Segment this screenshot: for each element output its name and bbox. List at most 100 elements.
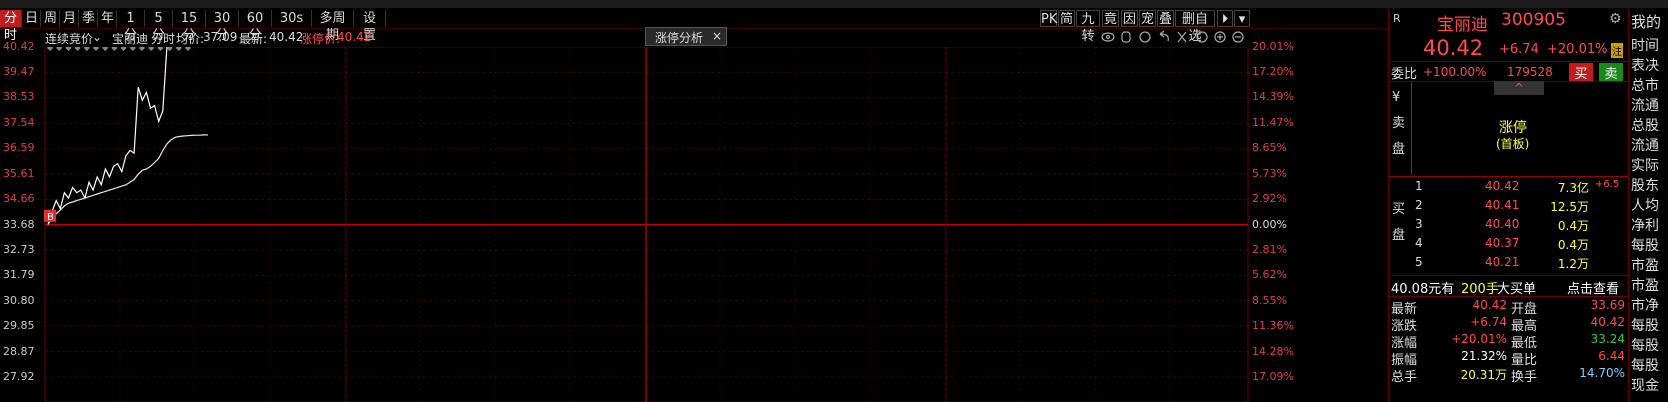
price-change: +6.74: [1499, 42, 1539, 57]
y-tick-left: 33.68: [3, 217, 35, 231]
bid-volume: 1.2万: [1557, 257, 1589, 271]
y-tick-left: 27.92: [3, 370, 35, 383]
toolbar-button-4[interactable]: 因: [1121, 10, 1138, 27]
stat-value: 20.31万: [1460, 368, 1507, 382]
top-toolbar: [0, 0, 1668, 8]
first-board-label: (首板): [1496, 137, 1530, 151]
side-info-item[interactable]: 时间: [1631, 35, 1659, 55]
toolbar-button-6[interactable]: 叠: [1157, 10, 1174, 27]
limit-value: 40.42: [337, 30, 372, 44]
y-tick-left: 29.85: [3, 319, 35, 333]
stat-value: 21.32%: [1461, 349, 1507, 363]
toolbar-button-3[interactable]: 竟: [1102, 10, 1119, 27]
side-info-item[interactable]: 总市: [1631, 75, 1659, 95]
y-tick-right: 17.20%: [1252, 65, 1294, 79]
y-tick-left: 31.79: [3, 267, 35, 281]
toolbar-button-0[interactable]: PK: [1040, 10, 1057, 27]
chevron-down-icon[interactable]: ⌄: [92, 30, 102, 44]
chevron-up-icon[interactable]: ^: [1494, 81, 1544, 95]
period-button-7[interactable]: 5分: [145, 10, 173, 43]
y-tick-right: 0.00%: [1252, 217, 1287, 231]
period-button-1[interactable]: 日: [22, 10, 41, 27]
period-button-4[interactable]: 季: [79, 10, 98, 27]
side-info-item[interactable]: 净利: [1631, 215, 1659, 235]
auction-marker: [65, 47, 72, 51]
bid-level: 1: [1415, 179, 1423, 193]
gear-icon[interactable]: ⚙: [1609, 11, 1622, 27]
toolbar-button-5[interactable]: 宠: [1139, 10, 1156, 27]
period-button-13[interactable]: 设置: [354, 10, 386, 43]
side-info-item[interactable]: 每股: [1631, 235, 1659, 255]
eye-icon: [1101, 32, 1115, 42]
y-tick-right: 5.73%: [1252, 166, 1287, 180]
last-label: 最新:: [239, 32, 268, 46]
side-info-item[interactable]: 我的: [1631, 11, 1661, 32]
badge-note[interactable]: 注: [1611, 43, 1623, 58]
toolbar-button-7[interactable]: 删自选: [1175, 10, 1215, 44]
chart-tools-icons[interactable]: [1100, 29, 1248, 45]
y-tick-left: 36.59: [3, 141, 35, 155]
last-price: 40.42: [1423, 36, 1484, 60]
chart-tools: [1100, 29, 1248, 45]
stat-value-2: 6.44: [1598, 349, 1625, 363]
toolbar-button-2[interactable]: 九转: [1076, 10, 1100, 44]
side-info-item[interactable]: 市净: [1631, 295, 1659, 315]
period-button-11[interactable]: 30s: [272, 10, 312, 27]
period-button-12[interactable]: 多周期: [312, 10, 354, 43]
toolbar-button-1[interactable]: 简: [1058, 10, 1075, 27]
side-info-item[interactable]: 现金: [1631, 375, 1659, 395]
big-order-label: 大买单: [1497, 282, 1537, 297]
stat-value: +6.74: [1470, 315, 1507, 329]
intraday-chart[interactable]: B 40.42 39.47 38.53 37.54 36.59 35.61 34.66 33.…: [0, 40, 1388, 402]
period-button-10[interactable]: 60分: [239, 10, 272, 43]
side-info-item[interactable]: 人均: [1631, 195, 1659, 215]
last-value: 40.42: [269, 30, 304, 44]
auction-marker: [56, 47, 63, 51]
weibi-label: 委比: [1391, 67, 1418, 82]
y-tick-left: 38.53: [3, 89, 35, 103]
side-info-item[interactable]: 每股: [1631, 315, 1659, 335]
divider: [1389, 275, 1629, 276]
y-tick-right: 14.28%: [1252, 344, 1294, 358]
side-info-item[interactable]: 实际: [1631, 155, 1659, 175]
side-info-item[interactable]: 表决: [1631, 55, 1659, 75]
y-tick-right: 11.36%: [1252, 319, 1294, 333]
side-info-item[interactable]: 股东: [1631, 175, 1659, 195]
dropdown-icon[interactable]: ▾: [1234, 10, 1250, 27]
buy-side-label: 买 盘: [1392, 202, 1406, 243]
auction-marker: [93, 47, 99, 51]
period-button-2[interactable]: 周: [41, 10, 60, 27]
quote-panel: R 宝丽迪 300905 ⚙ 40.42 +6.74 +20.01% 注委比 +100.00% 1…: [1388, 9, 1629, 402]
stat-value: +20.01%: [1451, 332, 1507, 346]
sell-button[interactable]: 卖: [1599, 63, 1623, 82]
price-change-pct: +20.01%: [1547, 42, 1608, 57]
y-tick-left: 35.61: [3, 166, 35, 180]
y-tick-right: 17.09%: [1252, 370, 1294, 383]
side-info-item[interactable]: 市盈: [1631, 275, 1659, 295]
close-icon[interactable]: ×: [712, 29, 722, 43]
period-button-3[interactable]: 月: [60, 10, 79, 27]
side-info-item[interactable]: 市盈: [1631, 255, 1659, 275]
side-info-item[interactable]: 每股: [1631, 335, 1659, 355]
play-icon[interactable]: ⏵: [1217, 10, 1233, 27]
tab-limit-analysis[interactable]: 涨停分析 ×: [645, 27, 727, 46]
period-button-6[interactable]: 1分: [117, 10, 145, 43]
big-order-link[interactable]: 点击查看: [1567, 278, 1619, 297]
side-info-item[interactable]: 总股: [1631, 115, 1659, 135]
buy-button[interactable]: 买: [1569, 63, 1593, 82]
avg-value: 37.09: [203, 30, 238, 44]
auction-marker: [185, 47, 191, 51]
side-info-item[interactable]: 流通: [1631, 95, 1659, 115]
y-tick-right: 11.47%: [1252, 116, 1294, 130]
far-right-panel: 我的 时间 表决 总市 流通 总股 流通 实际 股东 人均 净利 每股 市盈 市盈 市净 每股 每股 每股 现金: [1628, 9, 1668, 402]
limit-up-label: 涨停: [1499, 120, 1527, 136]
period-button-9[interactable]: 30分: [206, 10, 239, 43]
y-tick-left: 28.87: [3, 344, 35, 358]
period-button-8[interactable]: 15分: [173, 10, 206, 43]
period-button-0[interactable]: 分时: [0, 10, 22, 43]
side-info-item[interactable]: 每股: [1631, 355, 1659, 375]
period-button-5[interactable]: 年: [98, 10, 117, 27]
y-tick-left: 37.54: [3, 116, 35, 130]
side-info-item[interactable]: 流通: [1631, 135, 1659, 155]
scissors-icon: [1177, 31, 1187, 43]
